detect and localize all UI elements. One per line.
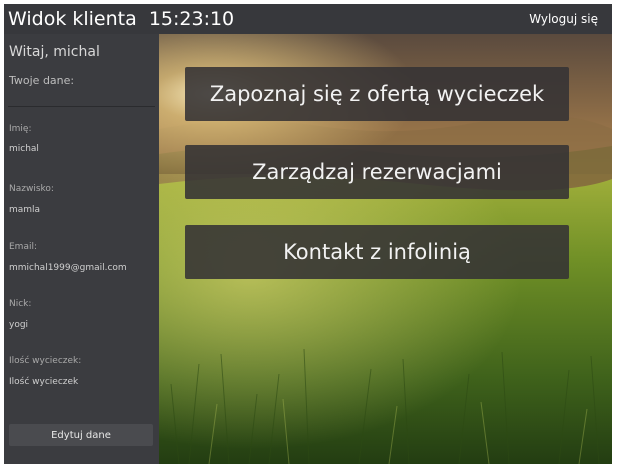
clock-text: 15:23:10 (148, 8, 235, 30)
trips-count-label: Ilość wycieczek: (9, 356, 82, 366)
email-label: Email: (9, 242, 38, 252)
your-data-heading: Twoje dane: (9, 74, 75, 87)
email-value: mmichal1999@gmail.com (9, 263, 127, 273)
nick-label: Nick: (9, 299, 32, 309)
logout-link[interactable]: Wyloguj się (529, 10, 598, 28)
first-name-value: michal (9, 144, 39, 154)
sidebar: Witaj, michal Twoje dane: Imię: michal N… (4, 34, 159, 464)
app-window: Widok klienta 15:23:10 Wyloguj się Witaj… (4, 4, 612, 464)
greeting: Witaj, michal (9, 44, 100, 60)
manage-reservations-button[interactable]: Zarządzaj rezerwacjami (185, 145, 569, 199)
edit-data-button[interactable]: Edytuj dane (9, 424, 153, 446)
top-bar: Widok klienta 15:23:10 Wyloguj się (4, 4, 612, 34)
trip-offers-button[interactable]: Zapoznaj się z ofertą wycieczek (185, 67, 569, 121)
hotline-contact-button[interactable]: Kontakt z infolinią (185, 225, 569, 279)
window-title: Widok klienta 15:23:10 (8, 6, 234, 32)
last-name-value: mamla (9, 205, 41, 215)
first-name-label: Imię: (9, 124, 32, 134)
trips-count-value: Ilość wycieczek (9, 377, 79, 387)
divider (8, 106, 155, 107)
nick-value: yogi (9, 320, 29, 330)
app-title-text: Widok klienta (8, 8, 137, 30)
main-panel: Zapoznaj się z ofertą wycieczek Zarządza… (159, 34, 612, 464)
last-name-label: Nazwisko: (9, 184, 54, 194)
